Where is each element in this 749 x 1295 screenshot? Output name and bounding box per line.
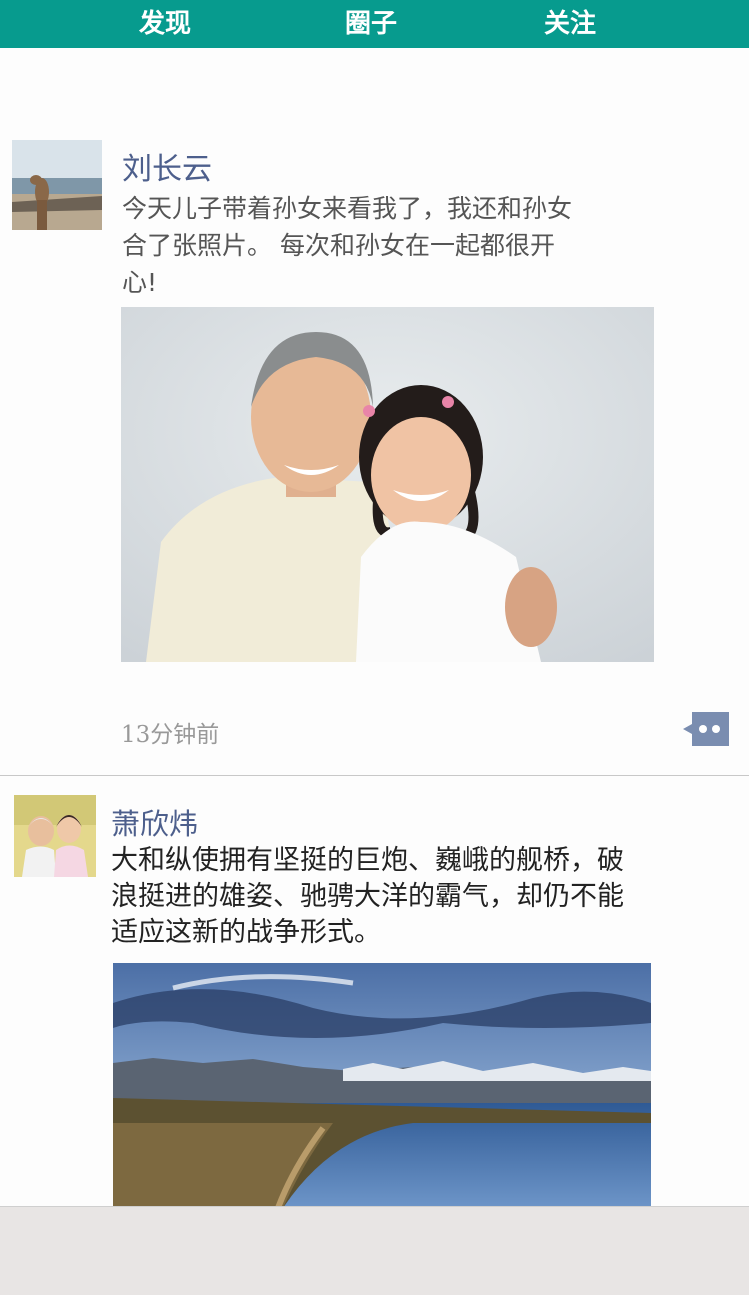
post-username[interactable]: 刘长云 (122, 144, 212, 188)
post-photo[interactable] (113, 963, 651, 1206)
tab-discover[interactable]: 发现 (105, 0, 225, 48)
post-text: 大和纵使拥有坚挺的巨炮、巍峨的舰桥，破 浪挺进的雄姿、驰骋大洋的霸气，却仍不能 … (111, 845, 624, 948)
user-avatar[interactable] (14, 795, 96, 877)
tab-follow[interactable]: 关注 (510, 0, 630, 48)
post-text: 今天儿子带着孙女来看我了，我还和孙女 合了张照片。 每次和孙女在一起都很开 心! (122, 194, 573, 297)
post-timestamp: 13分钟前 (121, 722, 220, 748)
post-photo[interactable] (121, 307, 654, 662)
bottom-bar (0, 1206, 749, 1295)
top-tab-bar: 发现 圈子 关注 (0, 0, 749, 48)
post-username[interactable]: 萧欣炜 (111, 801, 198, 843)
post-divider (0, 775, 749, 776)
feed-post: 刘长云 今天儿子带着孙女来看我了，我还和孙女 合了张照片。 每次和孙女在一起都很… (0, 140, 749, 775)
comment-bubble-icon[interactable] (683, 712, 729, 746)
tab-circle[interactable]: 圈子 (311, 0, 431, 48)
feed-list[interactable]: 刘长云 今天儿子带着孙女来看我了，我还和孙女 合了张照片。 每次和孙女在一起都很… (0, 48, 749, 1206)
user-avatar[interactable] (12, 140, 102, 230)
feed-post: 萧欣炜 大和纵使拥有坚挺的巨炮、巍峨的舰桥，破 浪挺进的雄姿、驰骋大洋的霸气，却… (0, 795, 749, 1206)
